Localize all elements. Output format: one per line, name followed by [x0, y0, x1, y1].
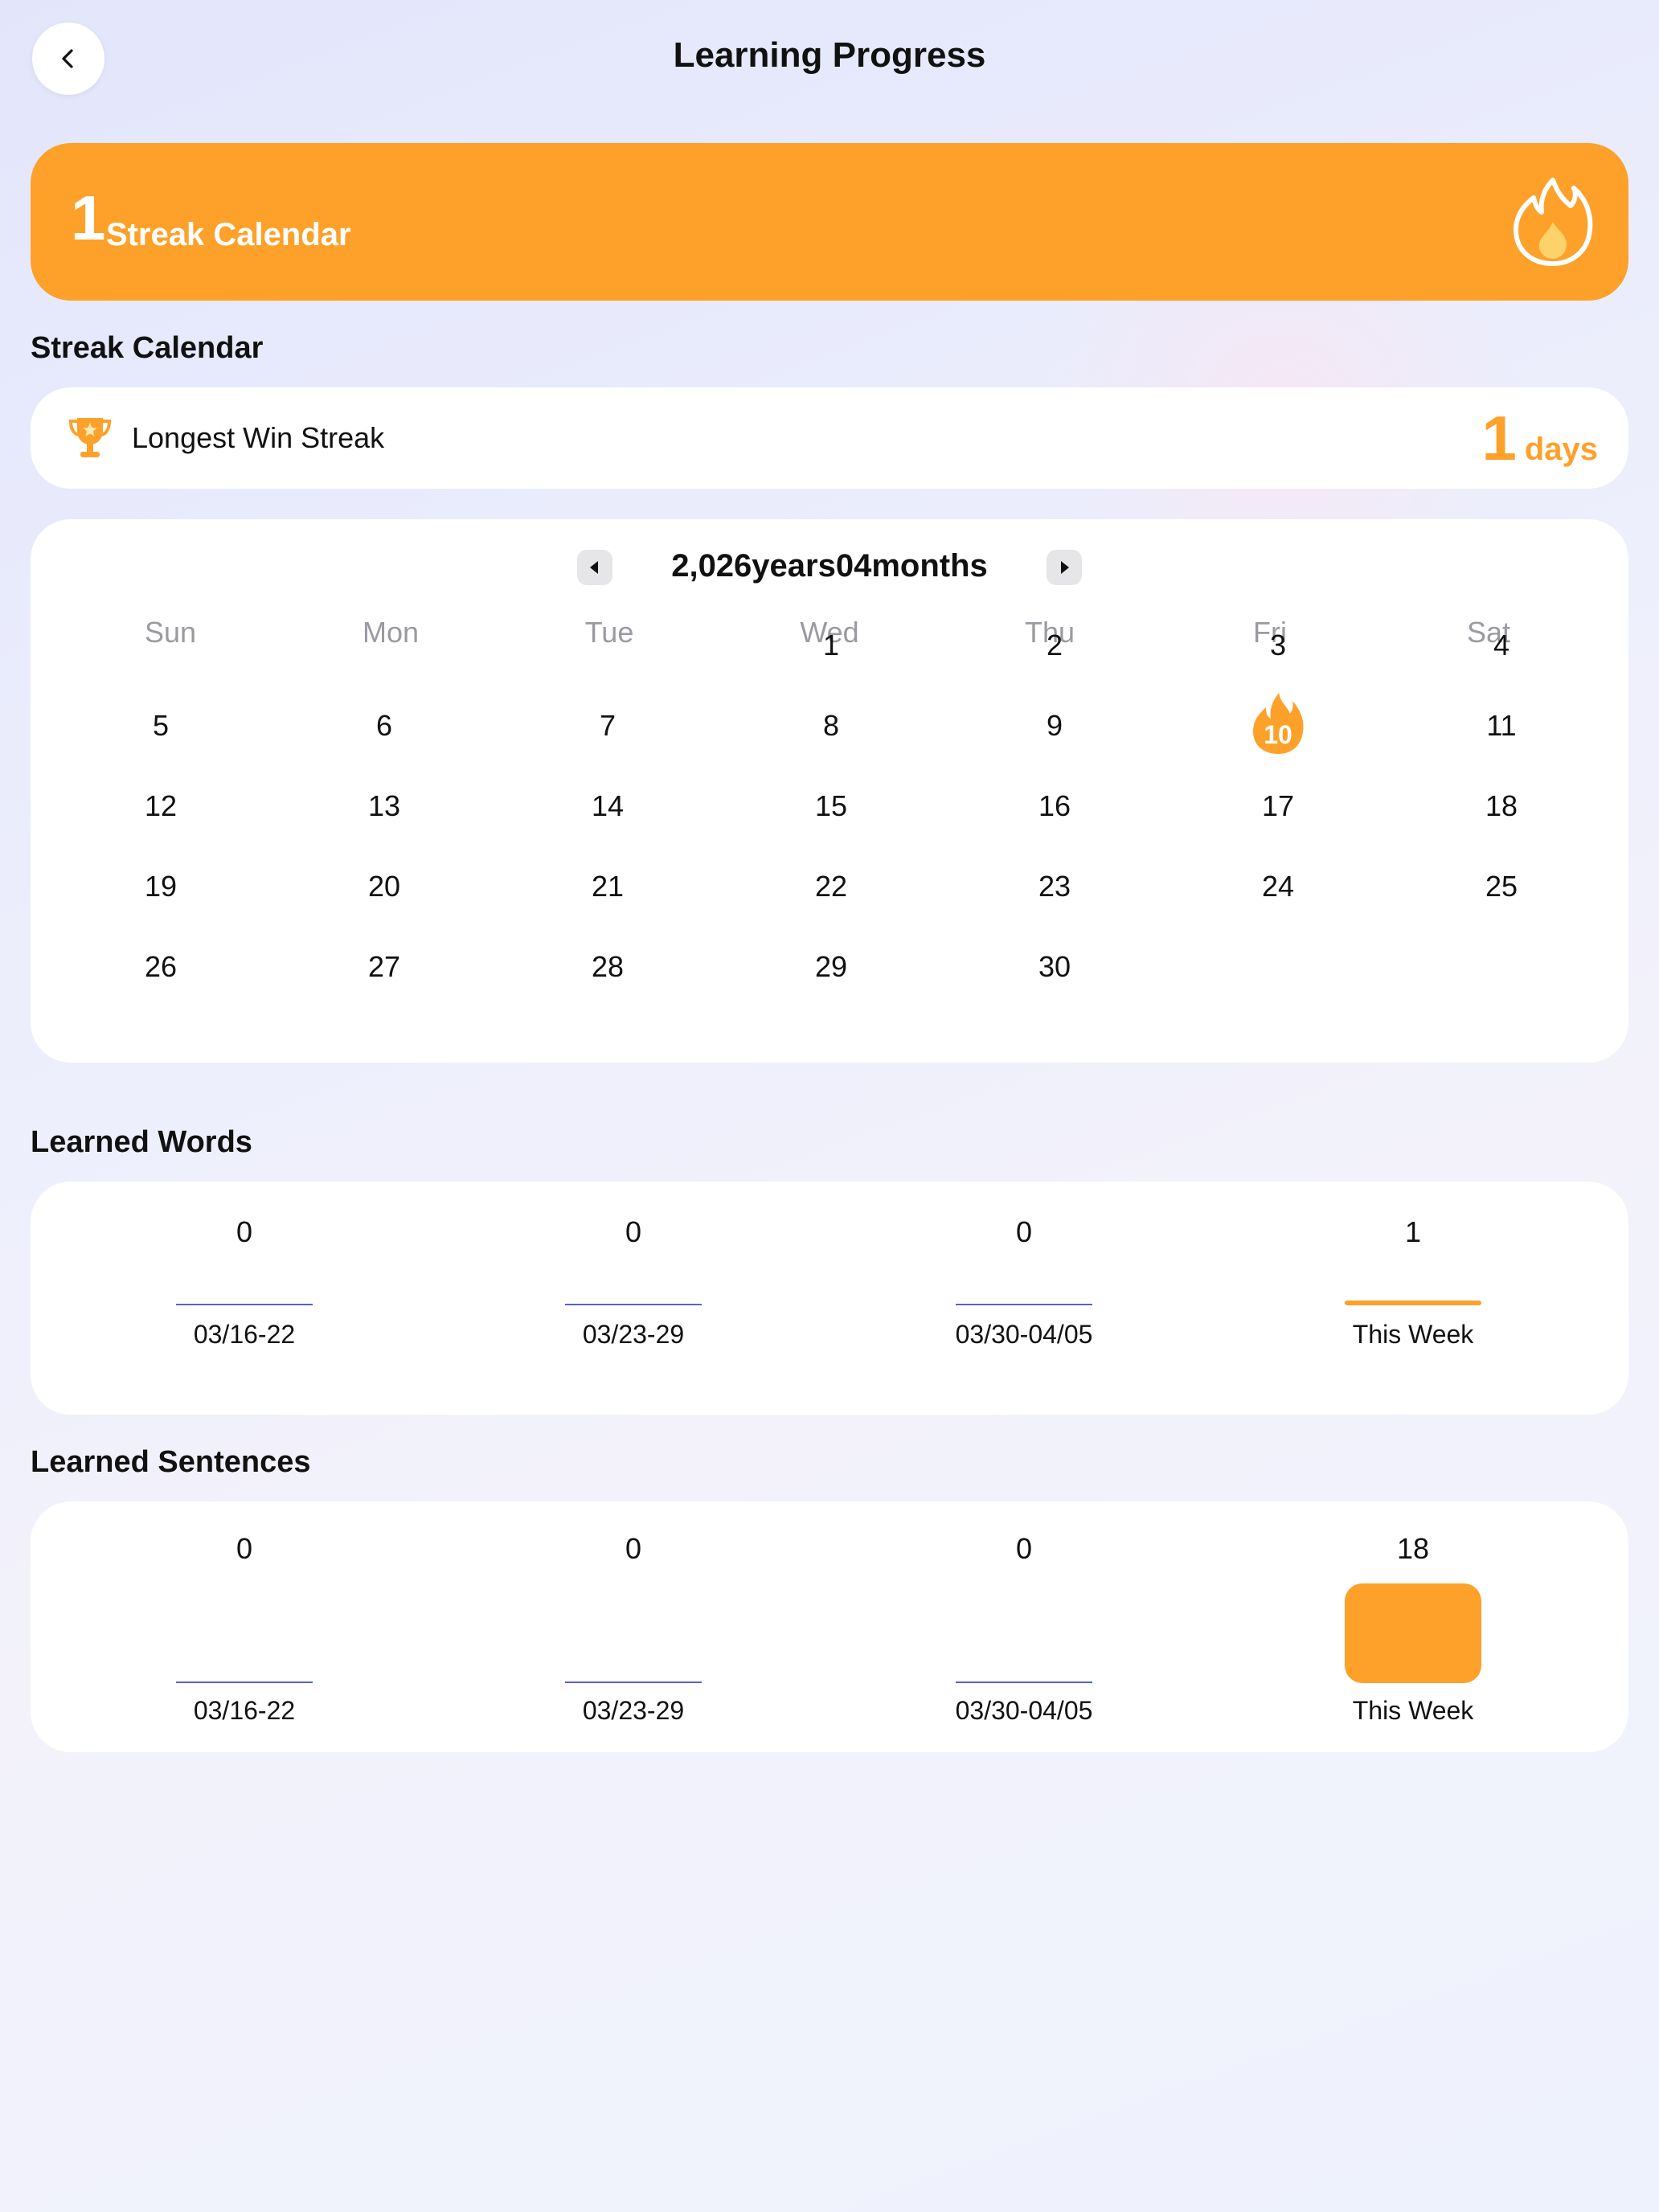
- flame-icon: [1514, 178, 1593, 266]
- streak-days-unit: days: [1524, 432, 1598, 467]
- learned-words-chart: 0 03/16-22 0 03/23-29 0 03/30-04/05 1 This Week: [31, 1182, 1628, 1415]
- banner-label: Streak Calendar: [106, 217, 351, 252]
- page-title: Learning Progress: [673, 35, 986, 75]
- calendar-day[interactable]: 19: [80, 870, 241, 903]
- week-value: 0: [236, 1215, 253, 1248]
- calendar-day[interactable]: 8: [751, 709, 911, 743]
- week-label: 03/16-22: [193, 1696, 296, 1725]
- week-label: This Week: [1352, 1320, 1474, 1349]
- calendar-day[interactable]: 9: [974, 709, 1135, 743]
- trophy-icon: [68, 418, 112, 457]
- week-bar: [956, 1682, 1092, 1683]
- week-label: 03/23-29: [582, 1320, 685, 1349]
- calendar-day-streak[interactable]: 10: [1250, 691, 1306, 756]
- calendar-day[interactable]: 15: [751, 789, 911, 823]
- week-label: 03/30-04/05: [955, 1320, 1093, 1349]
- streak-days-number: 1: [1481, 403, 1517, 473]
- week-bar: [1345, 1301, 1481, 1305]
- calendar-day[interactable]: 25: [1421, 870, 1582, 903]
- weekday-mon: Mon: [362, 616, 420, 649]
- calendar-day[interactable]: 16: [974, 789, 1135, 823]
- weekday-sun: Sun: [144, 616, 197, 649]
- triangle-right-icon: [1061, 561, 1069, 574]
- learned-sentences-heading: Learned Sentences: [31, 1445, 311, 1479]
- calendar-day[interactable]: 17: [1198, 789, 1358, 823]
- calendar-day[interactable]: 6: [304, 709, 465, 743]
- calendar-day[interactable]: 22: [751, 870, 911, 903]
- calendar-day[interactable]: 1: [751, 629, 911, 662]
- calendar-day[interactable]: 23: [974, 870, 1135, 903]
- streak-calendar-heading: Streak Calendar: [31, 331, 264, 365]
- week-value: 0: [625, 1215, 642, 1248]
- calendar-day[interactable]: 28: [527, 950, 688, 984]
- week-bar: [956, 1304, 1092, 1305]
- calendar-card: 2,026years04months Sun Mon Tue Wed Thu Fri Sat…: [31, 519, 1628, 1063]
- week-value: 0: [236, 1532, 253, 1565]
- calendar-day[interactable]: 2: [974, 629, 1135, 662]
- longest-streak-value: 1 days: [1481, 407, 1598, 469]
- week-bar: [565, 1682, 702, 1683]
- week-bar: [176, 1304, 313, 1305]
- longest-streak-card: Longest Win Streak 1 days: [31, 387, 1628, 489]
- week-value: 0: [625, 1532, 642, 1565]
- banner-streak-count: 1: [71, 182, 106, 253]
- next-month-button[interactable]: [1047, 550, 1082, 585]
- calendar-day[interactable]: 27: [304, 950, 465, 984]
- calendar-day[interactable]: 20: [304, 870, 465, 903]
- calendar-day[interactable]: 14: [527, 789, 688, 823]
- calendar-day[interactable]: 24: [1198, 870, 1358, 903]
- calendar-day[interactable]: 29: [751, 950, 911, 984]
- calendar-day[interactable]: 30: [974, 950, 1135, 984]
- week-bar: [1345, 1583, 1481, 1683]
- learned-sentences-chart: 0 03/16-22 0 03/23-29 0 03/30-04/05 18 This Wee…: [31, 1501, 1628, 1752]
- longest-streak-label: Longest Win Streak: [132, 421, 385, 454]
- week-label: This Week: [1352, 1696, 1474, 1725]
- weekday-tue: Tue: [584, 616, 634, 649]
- streak-banner: 1 Streak Calendar: [31, 143, 1628, 301]
- calendar-month-label: 2,026years04months: [671, 548, 988, 584]
- week-label: 03/16-22: [193, 1320, 296, 1349]
- calendar-day[interactable]: 4: [1421, 629, 1582, 662]
- week-value: 18: [1396, 1532, 1430, 1565]
- calendar-day[interactable]: 11: [1421, 709, 1582, 743]
- week-bar: [565, 1304, 702, 1305]
- week-value: 0: [1015, 1215, 1033, 1248]
- calendar-day[interactable]: 21: [527, 870, 688, 903]
- week-label: 03/23-29: [582, 1696, 685, 1725]
- learned-words-heading: Learned Words: [31, 1125, 252, 1159]
- calendar-day[interactable]: 5: [80, 709, 241, 743]
- calendar-day[interactable]: 18: [1421, 789, 1582, 823]
- calendar-day-number: 10: [1264, 720, 1292, 749]
- week-value: 0: [1015, 1532, 1033, 1565]
- week-value: 1: [1404, 1215, 1422, 1248]
- calendar-day[interactable]: 13: [304, 789, 465, 823]
- week-bar: [176, 1682, 313, 1683]
- week-label: 03/30-04/05: [955, 1696, 1093, 1725]
- calendar-day[interactable]: 3: [1198, 629, 1358, 662]
- calendar-day[interactable]: 7: [527, 709, 688, 743]
- calendar-day[interactable]: 26: [80, 950, 241, 984]
- calendar-day[interactable]: 12: [80, 789, 241, 823]
